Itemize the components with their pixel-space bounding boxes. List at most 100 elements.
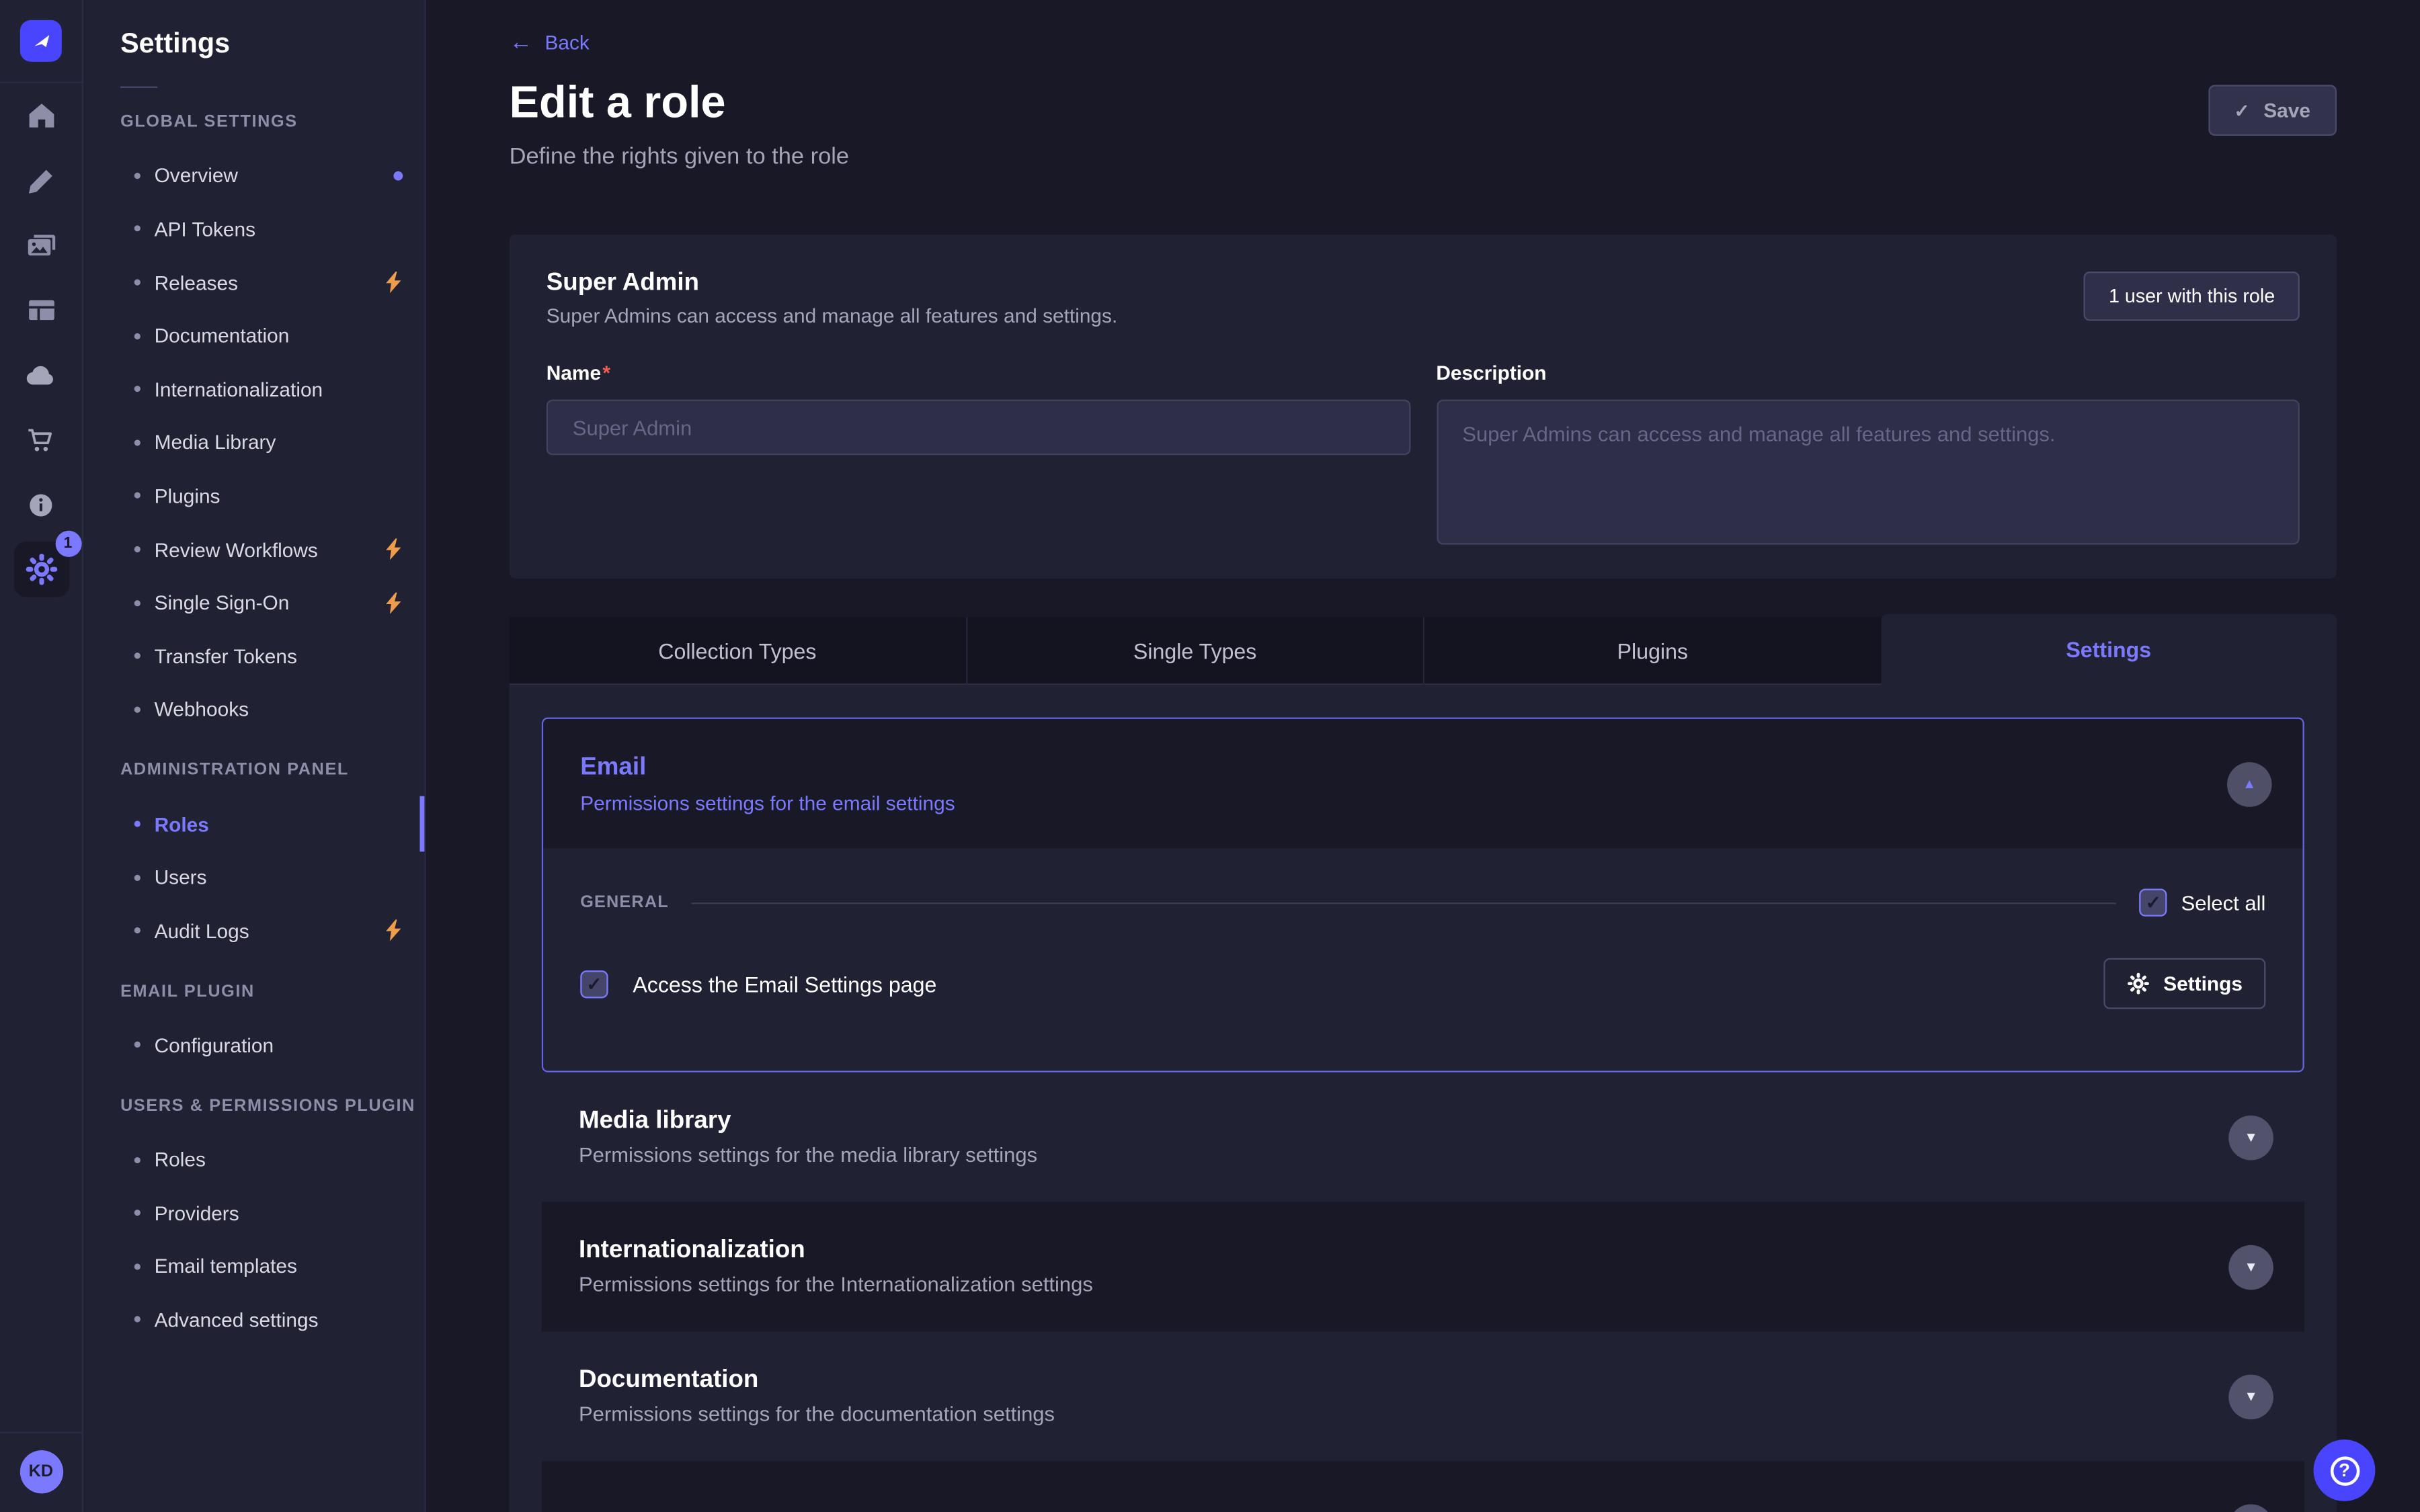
bullet-icon <box>134 280 140 286</box>
expand-button[interactable]: ▼ <box>2228 1374 2273 1419</box>
bullet-icon <box>134 1210 140 1216</box>
lightning-icon <box>386 538 403 560</box>
sidebar-item-plugins[interactable]: Plugins <box>120 469 424 522</box>
name-input[interactable] <box>547 400 1410 456</box>
gear-icon <box>24 552 58 587</box>
accordion-title: Media library <box>579 1106 1037 1136</box>
left-arrow-icon: ← <box>510 32 532 52</box>
bullet-icon <box>134 546 140 552</box>
sidebar-item-webhooks[interactable]: Webhooks <box>120 683 424 736</box>
sidebar-item-documentation[interactable]: Documentation <box>120 309 424 362</box>
page-subtitle: Define the rights given to the role <box>510 144 2337 170</box>
accordion-plugins-and-marketplace[interactable]: Plugins and marketplace ▼ <box>542 1461 2304 1512</box>
rail-icon-list: 1 <box>0 83 82 601</box>
user-avatar[interactable]: KD <box>19 1450 63 1493</box>
section-administration-panel: ADMINISTRATION PANEL <box>120 744 424 797</box>
chevron-down-icon: ▼ <box>2244 1388 2257 1404</box>
permissions-tabbar: Collection Types Single Types Plugins Se… <box>510 614 2337 685</box>
nav-information-icon[interactable] <box>0 472 82 537</box>
nav-content-type-builder-icon[interactable] <box>0 278 82 342</box>
accordion-subtitle: Permissions settings for the email setti… <box>580 791 955 816</box>
tab-single-types[interactable]: Single Types <box>967 617 1424 685</box>
sidebar-item-single-sign-on[interactable]: Single Sign-On <box>120 576 424 629</box>
cloud-icon <box>25 359 57 391</box>
sidebar-item-review-workflows[interactable]: Review Workflows <box>120 523 424 576</box>
expand-button[interactable]: ▼ <box>2228 1115 2273 1160</box>
sidebar-item-overview[interactable]: Overview <box>120 149 424 202</box>
expand-button[interactable]: ▼ <box>2228 1245 2273 1290</box>
accordion-email-body: GENERAL ✓ Select all ✓ Access the Email <box>543 849 2302 1071</box>
bullet-icon <box>134 599 140 605</box>
sidebar-item-email-templates[interactable]: Email templates <box>120 1240 424 1293</box>
cart-icon <box>26 425 56 455</box>
check-icon: ✓ <box>2234 99 2249 121</box>
sidebar-item-roles-admin[interactable]: Roles <box>120 797 424 850</box>
description-field-group: Description Super Admins can access and … <box>1436 360 2300 545</box>
users-with-role-button[interactable]: 1 user with this role <box>2084 271 2300 321</box>
bullet-icon <box>134 706 140 712</box>
nav-home-icon[interactable] <box>0 83 82 148</box>
sidebar-item-releases[interactable]: Releases <box>120 256 424 309</box>
strapi-logo[interactable] <box>20 20 62 62</box>
nav-media-library-icon[interactable] <box>0 213 82 278</box>
pen-icon <box>26 166 56 196</box>
sidebar-item-api-tokens[interactable]: API Tokens <box>120 202 424 255</box>
sidebar-item-users[interactable]: Users <box>120 851 424 904</box>
notification-count-badge: 1 <box>55 531 81 557</box>
bullet-icon <box>134 226 140 232</box>
lightning-icon <box>386 271 403 293</box>
bullet-icon <box>134 1042 140 1048</box>
bullet-icon <box>134 386 140 392</box>
nav-settings-icon[interactable]: 1 <box>0 537 82 601</box>
help-button[interactable]: ? <box>2314 1439 2376 1501</box>
bullet-icon <box>134 653 140 659</box>
sidebar-item-advanced-settings[interactable]: Advanced settings <box>120 1293 424 1346</box>
sidebar-item-roles-up[interactable]: Roles <box>120 1133 424 1186</box>
sidebar-title: Settings <box>120 28 424 60</box>
permission-checkbox[interactable]: ✓ <box>580 970 608 997</box>
select-all-checkbox[interactable]: ✓ <box>2140 888 2167 916</box>
expand-button[interactable]: ▼ <box>2228 1503 2273 1512</box>
sidebar-item-configuration[interactable]: Configuration <box>120 1019 424 1072</box>
paper-plane-icon <box>28 28 53 53</box>
sidebar-item-transfer-tokens[interactable]: Transfer Tokens <box>120 630 424 683</box>
active-nav-highlight: 1 <box>13 542 69 597</box>
collapse-button[interactable]: ▲ <box>2227 761 2272 806</box>
chevron-up-icon: ▲ <box>2243 776 2256 792</box>
accordion-documentation[interactable]: Documentation Permissions settings for t… <box>542 1331 2304 1461</box>
sidebar-item-providers[interactable]: Providers <box>120 1186 424 1239</box>
accordion-subtitle: Permissions settings for the Internation… <box>579 1273 1093 1298</box>
save-button[interactable]: ✓ Save <box>2208 85 2337 136</box>
nav-content-manager-icon[interactable] <box>0 148 82 212</box>
sidebar-item-internationalization[interactable]: Internationalization <box>120 362 424 415</box>
main-content: ← Back Edit a role Define the rights giv… <box>426 0 2420 1512</box>
accordion-media-library[interactable]: Media library Permissions settings for t… <box>542 1073 2304 1202</box>
permission-row: ✓ Access the Email Settings page <box>580 958 2265 1009</box>
tab-collection-types[interactable]: Collection Types <box>510 617 967 685</box>
back-link[interactable]: ← Back <box>510 31 590 54</box>
description-textarea[interactable]: Super Admins can access and manage all f… <box>1436 400 2300 545</box>
images-icon <box>26 230 56 261</box>
accordion-email-header[interactable]: Email Permissions settings for the email… <box>543 719 2302 849</box>
role-summary-card: Super Admin Super Admins can access and … <box>510 235 2337 579</box>
section-global-settings: GLOBAL SETTINGS <box>120 95 424 149</box>
nav-marketplace-icon[interactable] <box>0 407 82 472</box>
bullet-icon <box>134 439 140 446</box>
sidebar-item-media-library[interactable]: Media Library <box>120 416 424 469</box>
tab-settings[interactable]: Settings <box>1881 614 2337 685</box>
sidebar-item-audit-logs[interactable]: Audit Logs <box>120 904 424 957</box>
nav-cloud-icon[interactable] <box>0 343 82 407</box>
required-asterisk: * <box>602 361 610 384</box>
notification-dot <box>393 171 403 181</box>
accordion-subtitle: Permissions settings for the documentati… <box>579 1402 1055 1427</box>
section-users-permissions-plugin: USERS & PERMISSIONS PLUGIN <box>120 1079 424 1132</box>
tab-plugins[interactable]: Plugins <box>1424 617 1880 685</box>
bullet-icon <box>134 493 140 499</box>
main-nav-rail: 1 KD <box>0 0 83 1512</box>
accordion-internationalization[interactable]: Internationalization Permissions setting… <box>542 1202 2304 1332</box>
accordion-email: Email Permissions settings for the email… <box>542 718 2304 1073</box>
check-icon: ✓ <box>586 973 602 995</box>
lightning-icon <box>386 592 403 614</box>
bullet-icon <box>134 173 140 179</box>
permission-settings-button[interactable]: Settings <box>2103 958 2266 1009</box>
